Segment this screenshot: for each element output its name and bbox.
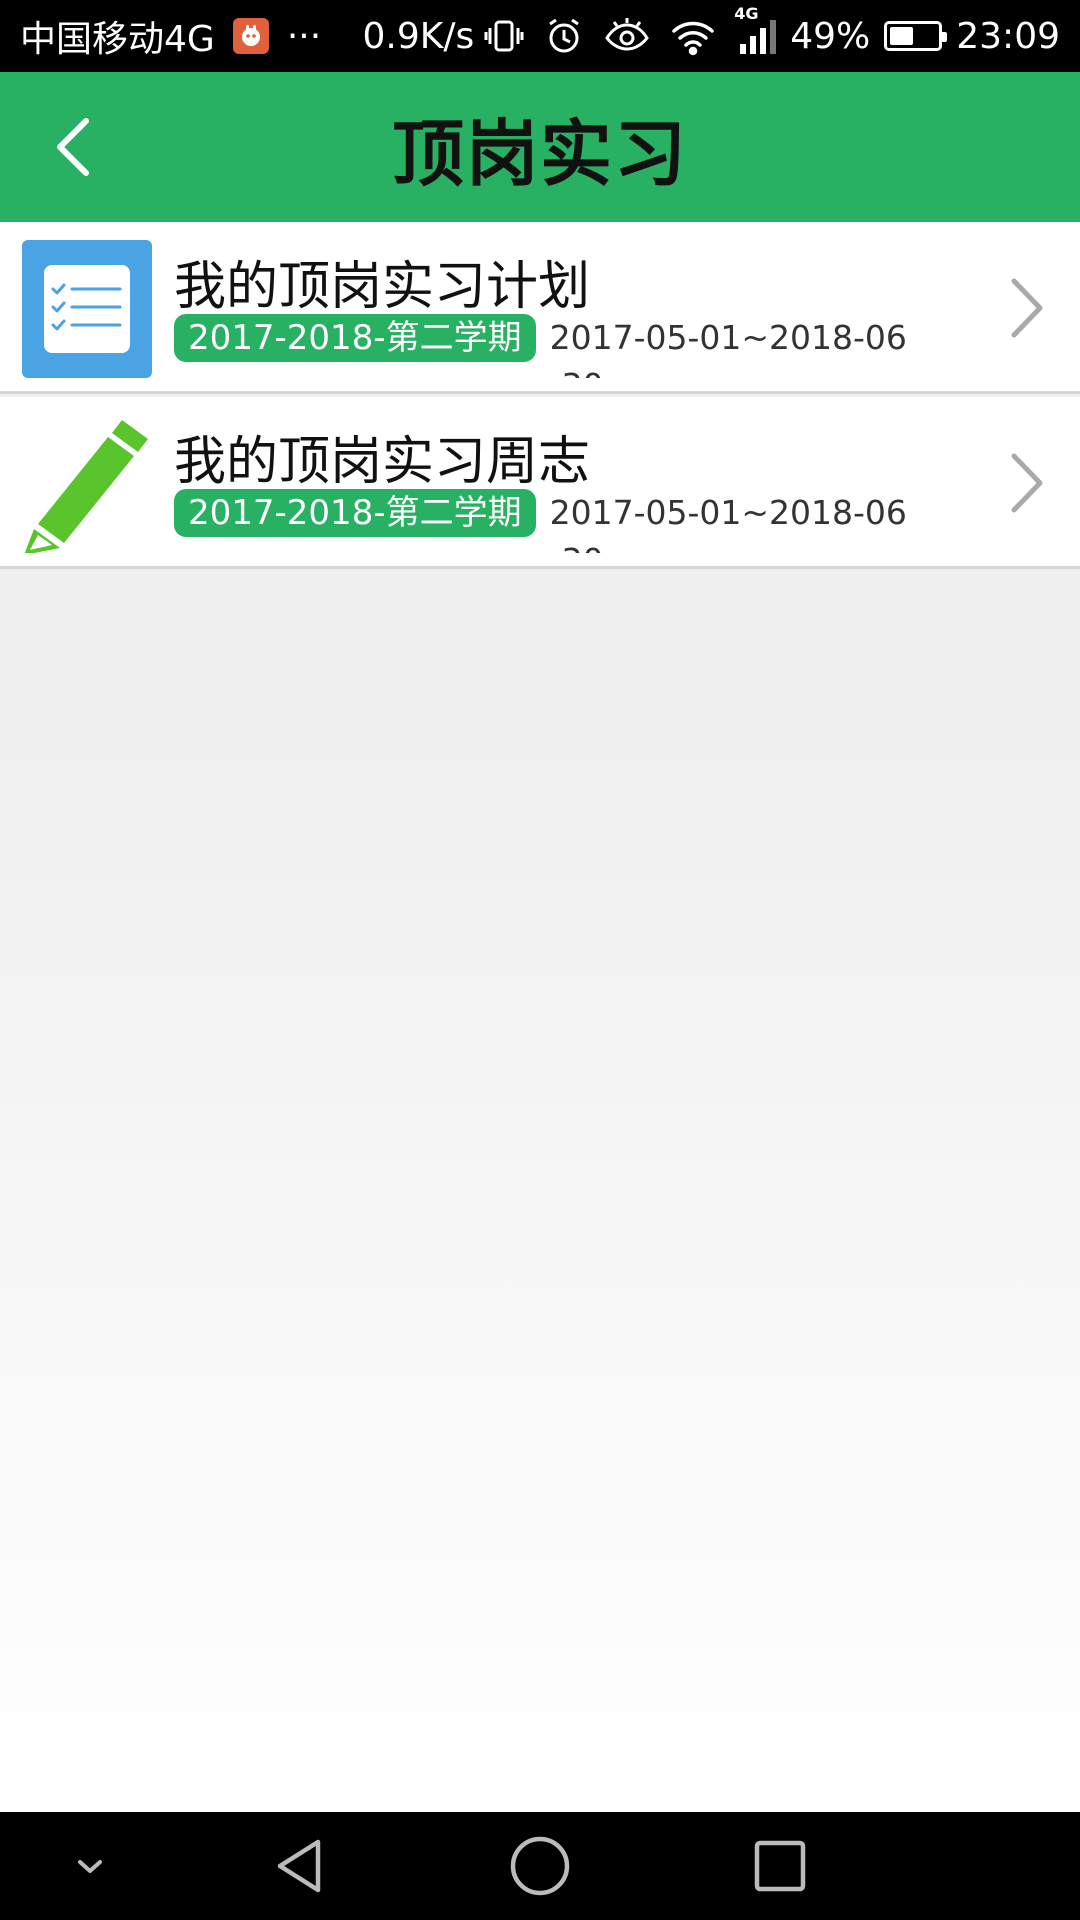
- chevron-right-icon: [1002, 273, 1050, 343]
- date-range: 2017-05-01~2018-06-30: [549, 493, 907, 553]
- status-bar-left: 中国移动4G ···: [20, 0, 321, 72]
- recents-nav-button[interactable]: [740, 1826, 820, 1906]
- status-bar-right: 0.9K/s 4G 49% 23:09: [362, 0, 1060, 72]
- item-title: 我的顶岗实习计划: [174, 257, 591, 317]
- list-item-plan[interactable]: 我的顶岗实习计划 2017-2018-第二学期 2017-05-01~2018-…: [0, 222, 1080, 394]
- term-badge: 2017-2018-第二学期: [174, 314, 536, 362]
- battery-icon: [884, 21, 948, 51]
- app-header: 顶岗实习: [0, 72, 1080, 222]
- wifi-icon: [670, 16, 716, 56]
- more-notifications-icon: ···: [286, 15, 322, 57]
- home-nav-button[interactable]: [500, 1826, 580, 1906]
- back-nav-button[interactable]: [260, 1826, 340, 1906]
- item-meta: 2017-2018-第二学期 2017-05-01~2018-06-30: [174, 489, 914, 553]
- alarm-icon: [544, 16, 584, 56]
- pencil-icon: [22, 415, 152, 555]
- list-item-weekly-log[interactable]: 我的顶岗实习周志 2017-2018-第二学期 2017-05-01~2018-…: [0, 397, 1080, 569]
- battery-percent: 49%: [790, 15, 871, 57]
- item-title: 我的顶岗实习周志: [174, 432, 591, 492]
- home-circle-icon: [510, 1836, 570, 1896]
- cellular-signal-icon: 4G: [734, 4, 780, 56]
- checklist-icon: [22, 240, 152, 378]
- network-speed: 0.9K/s: [362, 15, 475, 57]
- eye-comfort-icon: [604, 16, 650, 56]
- system-nav-bar: [0, 1812, 1080, 1920]
- vibrate-icon: [484, 16, 524, 56]
- content-area: 我的顶岗实习计划 2017-2018-第二学期 2017-05-01~2018-…: [0, 222, 1080, 1812]
- battery-level-fill: [890, 27, 914, 45]
- recents-square-icon: [754, 1840, 806, 1892]
- date-range: 2017-05-01~2018-06-30: [549, 318, 907, 378]
- back-triangle-icon: [277, 1839, 321, 1893]
- term-badge: 2017-2018-第二学期: [174, 489, 536, 537]
- collapse-nav-button[interactable]: [50, 1826, 130, 1906]
- app-notification-icon: [232, 18, 269, 54]
- chevron-right-icon: [1002, 448, 1050, 518]
- status-bar: 中国移动4G ··· 0.9K/s 4G 49% 23:09: [0, 0, 1080, 72]
- item-meta: 2017-2018-第二学期 2017-05-01~2018-06-30: [174, 314, 914, 378]
- page-title: 顶岗实习: [391, 111, 688, 196]
- clock: 23:09: [956, 15, 1060, 57]
- carrier-label: 中国移动4G: [20, 19, 215, 60]
- collapse-icon: [78, 1860, 102, 1873]
- network-type-label: 4G: [734, 4, 759, 23]
